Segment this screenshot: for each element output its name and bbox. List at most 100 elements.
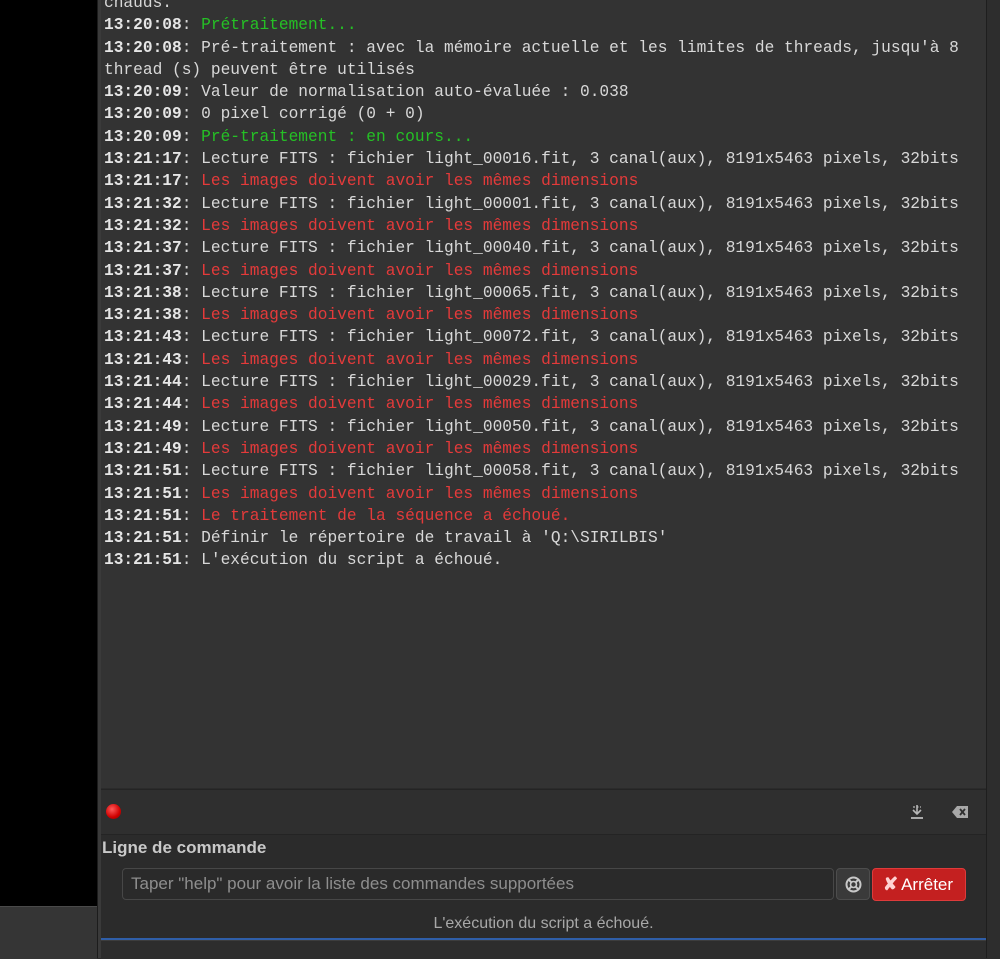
log-separator: : [181,194,202,213]
log-timestamp: 13:21:37 [104,261,182,280]
log-message: Les images doivent avoir les mêmes dimen… [201,439,639,458]
log-line: 13:21:51: Lecture FITS : fichier light_0… [104,460,974,482]
image-view-area [0,0,97,906]
log-line: 13:20:08: Pré-traitement : avec la mémoi… [104,37,974,82]
bottom-strip [101,940,1000,959]
log-message: chauds. [104,0,172,12]
log-line: 13:21:51: Les images doivent avoir les m… [104,483,974,505]
record-icon[interactable] [106,804,121,819]
stop-label: Arrêter [901,874,954,894]
log-line: 13:21:51: Définir le répertoire de trava… [104,527,974,549]
log-line: 13:21:44: Lecture FITS : fichier light_0… [104,371,974,393]
log-timestamp: 13:20:09 [104,105,182,124]
log-separator: : [181,506,202,525]
log-timestamp: 13:20:08 [104,16,182,35]
log-separator: : [181,261,202,280]
download-icon[interactable] [907,802,927,822]
log-message: Les images doivent avoir les mêmes dimen… [201,306,639,325]
log-message: Prétraitement... [201,16,357,35]
log-message: Valeur de normalisation auto-évaluée : 0… [201,83,629,102]
log-line: 13:21:17: Les images doivent avoir les m… [104,170,974,192]
log-separator: : [181,150,202,169]
log-separator: : [181,462,202,481]
log-timestamp: 13:21:51 [104,484,182,503]
log-message: Lecture FITS : fichier light_00058.fit, … [201,462,959,481]
right-scrollbar-gutter[interactable] [986,0,1000,958]
log-line: 13:21:44: Les images doivent avoir les m… [104,393,974,415]
console-log[interactable]: chauds. 13:20:08: Prétraitement... 13:20:0… [101,0,986,788]
log-message: Lecture FITS : fichier light_00001.fit, … [201,194,959,213]
log-message: Le traitement de la séquence a échoué. [201,506,571,525]
log-line: 13:21:51: L'exécution du script a échoué… [104,549,974,571]
log-separator: : [181,38,202,57]
log-timestamp: 13:20:09 [104,127,182,146]
log-line: 13:21:38: Lecture FITS : fichier light_0… [104,282,974,304]
log-separator: : [181,417,202,436]
stop-icon: ✘ [883,874,899,894]
status-bar-text: L'exécution du script a échoué. [433,915,654,932]
log-message: Les images doivent avoir les mêmes dimen… [201,350,639,369]
log-timestamp: 13:21:17 [104,172,182,191]
log-line: 13:20:09: Valeur de normalisation auto-é… [104,81,974,103]
log-separator: : [181,306,202,325]
help-button[interactable] [836,868,870,900]
log-separator: : [181,551,202,570]
log-timestamp: 13:21:44 [104,395,182,414]
log-message: Lecture FITS : fichier light_00050.fit, … [201,417,959,436]
log-timestamp: 13:21:49 [104,417,182,436]
log-message: Les images doivent avoir les mêmes dimen… [201,395,639,414]
log-separator: : [181,216,202,235]
log-message: Les images doivent avoir les mêmes dimen… [201,484,639,503]
log-message: Les images doivent avoir les mêmes dimen… [201,216,639,235]
log-timestamp: 13:21:43 [104,328,182,347]
log-timestamp: 13:21:38 [104,283,182,302]
log-timestamp: 13:21:38 [104,306,182,325]
log-timestamp: 13:21:17 [104,150,182,169]
image-view-footer [0,906,97,959]
console-toolbar [101,789,986,835]
log-separator: : [181,16,202,35]
log-message: Lecture FITS : fichier light_00040.fit, … [201,239,959,258]
log-separator: : [181,239,202,258]
log-line: 13:21:49: Lecture FITS : fichier light_0… [104,416,974,438]
log-line: 13:20:08: Prétraitement... [104,14,974,36]
log-separator: : [181,395,202,414]
log-lines: chauds. 13:20:08: Prétraitement... 13:20:0… [104,0,974,572]
log-line: chauds. [104,0,974,14]
log-line: 13:21:32: Lecture FITS : fichier light_0… [104,193,974,215]
log-message: 0 pixel corrigé (0 + 0) [201,105,425,124]
log-timestamp: 13:21:51 [104,529,182,548]
log-line: 13:21:37: Les images doivent avoir les m… [104,260,974,282]
log-separator: : [181,350,202,369]
log-separator: : [181,529,202,548]
log-message: Les images doivent avoir les mêmes dimen… [201,261,639,280]
log-separator: : [181,484,202,503]
log-separator: : [181,373,202,392]
clear-log-icon[interactable] [951,802,971,822]
log-timestamp: 13:21:32 [104,194,182,213]
command-line-label: Ligne de commande [102,838,267,857]
log-line: 13:21:51: Le traitement de la séquence a… [104,505,974,527]
log-separator: : [181,328,202,347]
log-timestamp: 13:21:51 [104,506,182,525]
log-timestamp: 13:20:08 [104,38,182,57]
log-separator: : [181,127,202,146]
log-separator: : [181,105,202,124]
log-line: 13:21:43: Les images doivent avoir les m… [104,349,974,371]
log-line: 13:21:38: Les images doivent avoir les m… [104,304,974,326]
log-separator: : [181,283,202,302]
log-timestamp: 13:21:51 [104,551,182,570]
log-line: 13:21:43: Lecture FITS : fichier light_0… [104,326,974,348]
command-input[interactable] [122,868,834,900]
log-line: 13:21:37: Lecture FITS : fichier light_0… [104,237,974,259]
log-line: 13:21:32: Les images doivent avoir les m… [104,215,974,237]
log-message: L'exécution du script a échoué. [201,551,503,570]
log-line: 13:21:49: Les images doivent avoir les m… [104,438,974,460]
log-timestamp: 13:21:37 [104,239,182,258]
log-message: Les images doivent avoir les mêmes dimen… [201,172,639,191]
stop-button[interactable]: ✘ Arrêter [872,868,966,901]
log-timestamp: 13:21:43 [104,350,182,369]
log-separator: : [181,439,202,458]
log-message: Pré-traitement : avec la mémoire actuell… [104,38,969,79]
log-message: Pré-traitement : en cours... [201,127,474,146]
